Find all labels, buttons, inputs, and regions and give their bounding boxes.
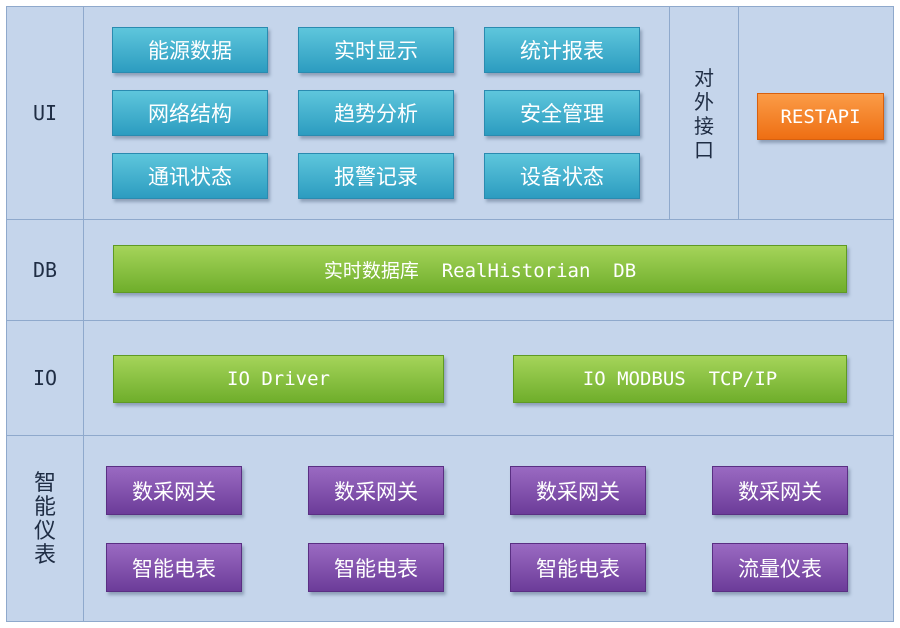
restapi-box: RESTAPI [757, 93, 884, 140]
ui-module-realtime-display: 实时显示 [298, 27, 454, 73]
external-interface-label: 对外接口 [694, 66, 714, 162]
flow-meter-box: 流量仪表 [712, 543, 848, 592]
ui-module-trend-analysis: 趋势分析 [298, 90, 454, 136]
row-divider [6, 435, 894, 436]
ui-module-device-status: 设备状态 [484, 153, 640, 199]
data-gateway-box: 数采网关 [106, 466, 242, 515]
row-divider [6, 219, 894, 220]
data-gateway-box: 数采网关 [510, 466, 646, 515]
ui-module-communication-status: 通讯状态 [112, 153, 268, 199]
layer-label-smart-meter: 智能仪表 [34, 471, 57, 568]
ui-module-statistics-report: 统计报表 [484, 27, 640, 73]
realtime-database-box: 实时数据库 RealHistorian DB [113, 245, 847, 293]
smart-meter-box: 智能电表 [510, 543, 646, 592]
ui-interface-divider [669, 6, 670, 219]
layer-label-io: IO [32, 366, 58, 390]
io-modbus-box: IO MODBUS TCP/IP [513, 355, 847, 403]
row-divider [6, 320, 894, 321]
layer-label-ui: UI [32, 100, 58, 125]
interface-api-divider [738, 6, 739, 219]
smart-meter-box: 智能电表 [106, 543, 242, 592]
io-driver-box: IO Driver [113, 355, 444, 403]
ui-module-energy-data: 能源数据 [112, 27, 268, 73]
ui-module-alarm-log: 报警记录 [298, 153, 454, 199]
ui-module-network-structure: 网络结构 [112, 90, 268, 136]
smart-meter-box: 智能电表 [308, 543, 444, 592]
layer-label-db: DB [32, 258, 58, 282]
ui-module-security-management: 安全管理 [484, 90, 640, 136]
data-gateway-box: 数采网关 [308, 466, 444, 515]
data-gateway-box: 数采网关 [712, 466, 848, 515]
